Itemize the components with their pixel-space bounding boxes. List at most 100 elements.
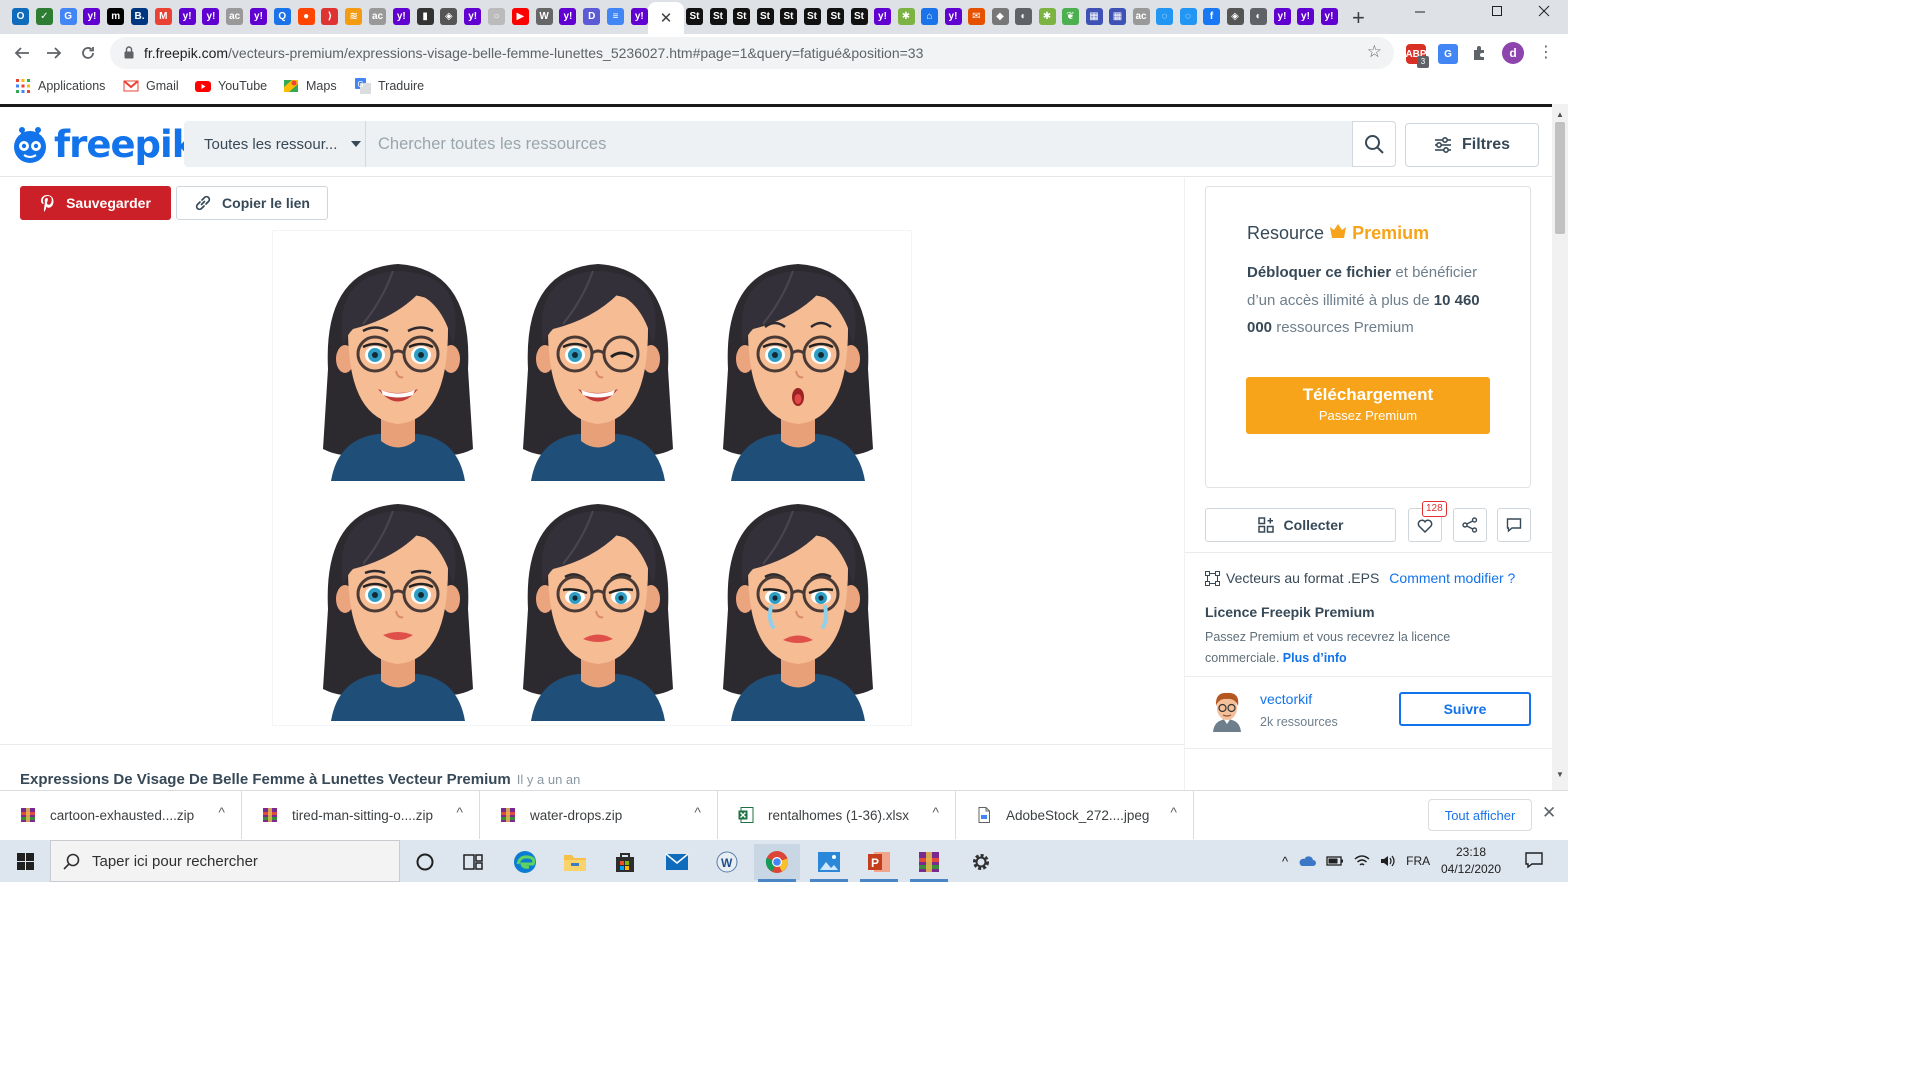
translate-extension-icon[interactable]: G [1438, 44, 1458, 64]
home-favicon[interactable]: ⌂ [921, 8, 938, 25]
input-language[interactable]: FRA [1406, 854, 1430, 868]
bookmark-youtube[interactable]: YouTube [195, 78, 267, 94]
st-favicon[interactable]: St [686, 8, 703, 25]
resource-preview-image[interactable] [272, 230, 912, 726]
site-favicon[interactable]: ○ [488, 8, 505, 25]
taskbar-chrome[interactable] [754, 844, 800, 882]
site-favicon[interactable]: ◆ [991, 8, 1009, 25]
yahoo-favicon[interactable]: y! [1320, 8, 1338, 25]
maximize-button[interactable] [1474, 4, 1520, 22]
page-scrollbar[interactable]: ▲ ▼ [1552, 104, 1568, 790]
show-all-downloads-button[interactable]: Tout afficher [1428, 799, 1532, 831]
bookmark-maps[interactable]: Maps [283, 78, 337, 94]
more-info-link[interactable]: Plus d’info [1283, 651, 1347, 665]
site-favicon[interactable]: ✱ [1038, 8, 1056, 25]
wifi-icon[interactable] [1354, 854, 1370, 868]
yahoo-favicon[interactable]: y! [630, 8, 648, 25]
site-favicon[interactable]: ac [226, 8, 244, 25]
taskbar-file-explorer[interactable] [552, 844, 598, 880]
comment-button[interactable] [1497, 508, 1531, 542]
reddit-favicon[interactable]: ● [297, 8, 315, 25]
copy-link-button[interactable]: Copier le lien [176, 186, 328, 220]
mdn-favicon[interactable]: m [107, 8, 125, 25]
st-favicon[interactable]: St [850, 8, 868, 25]
close-downloads-bar-icon[interactable]: ✕ [1542, 803, 1556, 823]
bookmark-translate[interactable]: G Traduire [355, 78, 424, 94]
system-clock[interactable]: 23:18 04/12/2020 [1436, 844, 1506, 878]
yahoo-favicon[interactable]: y! [178, 8, 196, 25]
rss-favicon[interactable]: ≋ [345, 8, 363, 25]
task-view-button[interactable] [450, 844, 496, 880]
docs-favicon[interactable]: ≡ [607, 8, 624, 25]
taskbar-winrar[interactable] [906, 844, 952, 882]
bookmark-star-icon[interactable]: ☆ [1367, 42, 1382, 62]
active-tab-close-button[interactable]: ✕ [648, 2, 684, 34]
taskbar-photos[interactable] [806, 844, 852, 882]
site-favicon[interactable]: ▦ [1085, 8, 1103, 25]
site-favicon[interactable]: ◈ [440, 8, 458, 25]
gmail-favicon[interactable]: M [154, 8, 172, 25]
collect-button[interactable]: Collecter [1205, 508, 1396, 542]
st-favicon[interactable]: St [803, 8, 821, 25]
translate-favicon[interactable]: G [59, 8, 77, 25]
minimize-button[interactable] [1397, 4, 1443, 22]
battery-icon[interactable] [1326, 854, 1344, 868]
forward-button[interactable] [40, 40, 68, 66]
yahoo-favicon[interactable]: y! [1297, 8, 1314, 25]
yahoo-favicon[interactable]: y! [559, 8, 577, 25]
yahoo-favicon[interactable]: y! [1273, 8, 1291, 25]
yahoo-favicon[interactable]: y! [250, 8, 267, 25]
search-input[interactable] [378, 132, 1278, 156]
bookmark-gmail[interactable]: Gmail [123, 78, 179, 94]
st-favicon[interactable]: St [709, 8, 727, 25]
browser-menu-icon[interactable]: ⋮ [1538, 42, 1554, 62]
site-favicon[interactable]: ✱ [897, 8, 915, 25]
download-item[interactable]: tired-man-sitting-o....zip ^ [242, 791, 480, 839]
site-favicon[interactable]: ac [369, 8, 386, 25]
youtube-favicon[interactable]: ▶ [511, 8, 529, 25]
taskbar-settings[interactable] [958, 844, 1004, 880]
url-text[interactable]: fr.freepik.com/vecteurs-premium/expressi… [144, 45, 923, 61]
site-favicon[interactable]: ❦ [1062, 8, 1079, 25]
taskbar-app-w[interactable]: W [704, 844, 750, 880]
site-favicon[interactable]: ▦ [1109, 8, 1126, 25]
filters-button[interactable]: Filtres [1405, 123, 1539, 167]
search-button[interactable] [1352, 121, 1396, 167]
site-favicon[interactable]: ⟩ [321, 8, 339, 25]
taskbar-edge[interactable] [502, 844, 548, 880]
yahoo-favicon[interactable]: y! [464, 8, 482, 25]
share-button[interactable] [1453, 508, 1487, 542]
scroll-up-arrow-icon[interactable]: ▲ [1556, 110, 1564, 119]
follow-button[interactable]: Suivre [1399, 692, 1531, 726]
author-name[interactable]: vectorkif [1260, 691, 1312, 707]
back-button[interactable] [8, 40, 36, 66]
scrollbar-thumb[interactable] [1555, 122, 1565, 234]
wikipedia-favicon[interactable]: W [535, 8, 553, 25]
download-item[interactable]: AdobeStock_272....jpeg ^ [956, 791, 1194, 839]
chevron-up-icon[interactable]: ^ [218, 804, 225, 820]
scroll-down-arrow-icon[interactable]: ▼ [1556, 770, 1564, 779]
site-favicon[interactable]: ◌ [1179, 8, 1197, 25]
freepik-logo[interactable]: freepik [10, 123, 196, 166]
search-favicon[interactable]: Q [273, 8, 291, 25]
close-icon[interactable]: ✕ [660, 9, 673, 27]
taskbar-search-box[interactable]: Taper ici pour rechercher [50, 840, 400, 882]
globe-favicon[interactable]: ◐ [1250, 8, 1267, 25]
st-favicon[interactable]: St [756, 8, 774, 25]
yahoo-favicon[interactable]: y! [392, 8, 410, 25]
st-favicon[interactable]: St [733, 8, 750, 25]
outlook-favicon[interactable]: O [12, 8, 29, 25]
author-avatar[interactable] [1209, 688, 1245, 732]
how-to-edit-link[interactable]: Comment modifier ? [1389, 570, 1515, 586]
pinterest-save-button[interactable]: Sauvegarder [20, 186, 171, 220]
resource-type-select[interactable]: Toutes les ressour... [184, 121, 366, 167]
notification-center-icon[interactable] [1524, 851, 1544, 869]
chevron-up-icon[interactable]: ^ [1170, 804, 1177, 820]
taskbar-mail[interactable] [654, 844, 700, 880]
yahoo-favicon[interactable]: y! [202, 8, 220, 25]
extensions-puzzle-icon[interactable] [1471, 44, 1489, 67]
st-favicon[interactable]: St [780, 8, 797, 25]
download-item[interactable]: cartoon-exhausted....zip ^ [0, 791, 242, 839]
start-button[interactable] [0, 840, 50, 882]
facebook-favicon[interactable]: f [1203, 8, 1220, 25]
